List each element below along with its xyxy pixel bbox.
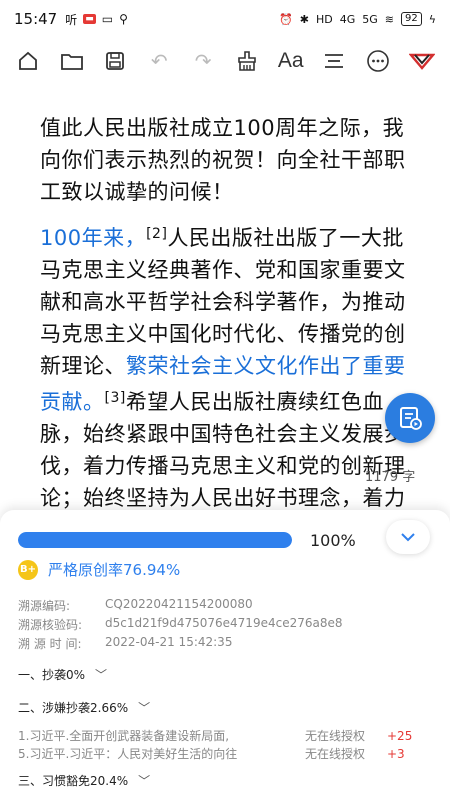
cast-icon: ▭: [101, 12, 114, 26]
trace-code-row: 溯源编码: CQ20220421154200080: [18, 597, 438, 614]
paragraph-1: 值此人民出版社成立100周年之际，我向你们表示热烈的祝贺！向全社干部职工致以诚挚…: [40, 116, 406, 204]
home-icon[interactable]: [10, 43, 46, 79]
progress-bar: [18, 532, 292, 548]
item-auth: 无在线授权: [305, 729, 366, 743]
battery-icon: 92: [401, 12, 422, 26]
charging-icon: ϟ: [428, 12, 436, 26]
logo-icon[interactable]: [404, 43, 440, 79]
trace-time-row: 溯 源 时 间: 2022-04-21 15:42:35: [18, 635, 438, 652]
wifi-icon: ≋: [384, 12, 394, 26]
originality-rate: 严格原创率76.94%: [48, 561, 181, 579]
alarm-icon: ⏰: [279, 12, 293, 26]
message-icon: ▬: [83, 14, 96, 24]
word-count: 1179 字: [365, 470, 416, 485]
listen-icon: 听: [65, 12, 78, 27]
section-plagiarism-label: 一、抄袭0%: [18, 668, 86, 682]
highlight-text-1: 100年来，: [40, 226, 147, 250]
bluetooth-icon: ✱: [299, 12, 309, 26]
progress-fill: [18, 532, 292, 548]
folder-icon[interactable]: [54, 43, 90, 79]
trace-time-value: 2022-04-21 15:42:35: [105, 635, 233, 649]
save-icon[interactable]: [97, 43, 133, 79]
status-left-icons: 听 ▬ ▭ ⚲: [65, 11, 128, 28]
signal-5g-icon: 5G: [362, 12, 378, 26]
editor-toolbar: ↶ ↷ Aa: [0, 40, 450, 82]
item-score: +3: [387, 746, 405, 761]
signal-4g-icon: 4G: [339, 12, 356, 26]
status-bar: 15:47 听 ▬ ▭ ⚲ ⏰ ✱ HD 4G 5G ≋ 92 ϟ: [0, 0, 450, 38]
verify-code-row: 溯源核验码: d5c1d21f9d475076e4719e4ce276a8e8: [18, 616, 438, 633]
item-score: +25: [387, 728, 413, 743]
status-right-icons: ⏰ ✱ HD 4G 5G ≋ 92 ϟ: [279, 12, 436, 26]
trace-code-label: 溯源编码:: [18, 599, 71, 613]
report-fab[interactable]: [385, 393, 435, 443]
verify-code-label: 溯源核验码:: [18, 618, 83, 632]
verify-code-value: d5c1d21f9d475076e4719e4ce276a8e8: [105, 616, 343, 630]
paragraph-2: 100年来，[2]人民出版社出版了一大批马克思主义经典著作、党和国家重要文献和高…: [40, 218, 420, 546]
status-time: 15:47: [14, 10, 58, 28]
list-item[interactable]: 5.习近平.习近平：人民对美好生活的向往 无在线授权 +3: [18, 745, 438, 762]
section-exempt[interactable]: 三、习惯豁免20.4% ﹀: [18, 772, 438, 789]
chevron-down-icon: [401, 533, 415, 542]
paragraph-icon[interactable]: [316, 43, 352, 79]
chevron-down-icon: ﹀: [138, 701, 151, 715]
chevron-down-icon: ﹀: [138, 774, 151, 788]
item-auth: 无在线授权: [305, 747, 366, 761]
undo-icon[interactable]: ↶: [141, 43, 177, 79]
redo-icon[interactable]: ↷: [185, 43, 221, 79]
originality-row: B+ 严格原创率76.94%: [18, 559, 180, 580]
usb-icon: ⚲: [119, 12, 128, 26]
collapse-button[interactable]: [386, 520, 430, 554]
trace-time-label: 溯 源 时 间:: [18, 637, 82, 651]
section-exempt-label: 三、习惯豁免20.4%: [18, 774, 129, 788]
section-suspected-label: 二、涉嫌抄袭2.66%: [18, 701, 129, 715]
document-body[interactable]: 值此人民出版社成立100周年之际，我向你们表示热烈的祝贺！向全社干部职工致以诚挚…: [40, 112, 420, 556]
clean-icon[interactable]: [229, 43, 265, 79]
more-icon[interactable]: [360, 43, 396, 79]
hd-icon: HD: [315, 12, 333, 26]
footnote-ref-3[interactable]: [3]: [105, 390, 126, 406]
footnote-ref-2[interactable]: [2]: [146, 226, 167, 242]
trace-code-value: CQ20220421154200080: [105, 597, 253, 611]
list-item[interactable]: 1.习近平.全面开创武器装备建设新局面, 无在线授权 +25: [18, 727, 438, 744]
item-title: 1.习近平.全面开创武器装备建设新局面,: [18, 729, 230, 743]
progress-row: 100%: [18, 526, 438, 554]
item-title: 5.习近平.习近平：人民对美好生活的向往: [18, 747, 238, 761]
chevron-down-icon: ﹀: [95, 668, 108, 682]
progress-text: 100%: [310, 530, 356, 550]
grade-badge: B+: [18, 559, 38, 580]
report-sheet: 100% B+ 严格原创率76.94% 溯源编码: CQ202204211542…: [0, 510, 450, 800]
section-suspected[interactable]: 二、涉嫌抄袭2.66% ﹀: [18, 699, 438, 716]
font-button[interactable]: Aa: [273, 43, 309, 79]
section-plagiarism[interactable]: 一、抄袭0% ﹀: [18, 666, 438, 683]
report-icon: [400, 407, 422, 430]
